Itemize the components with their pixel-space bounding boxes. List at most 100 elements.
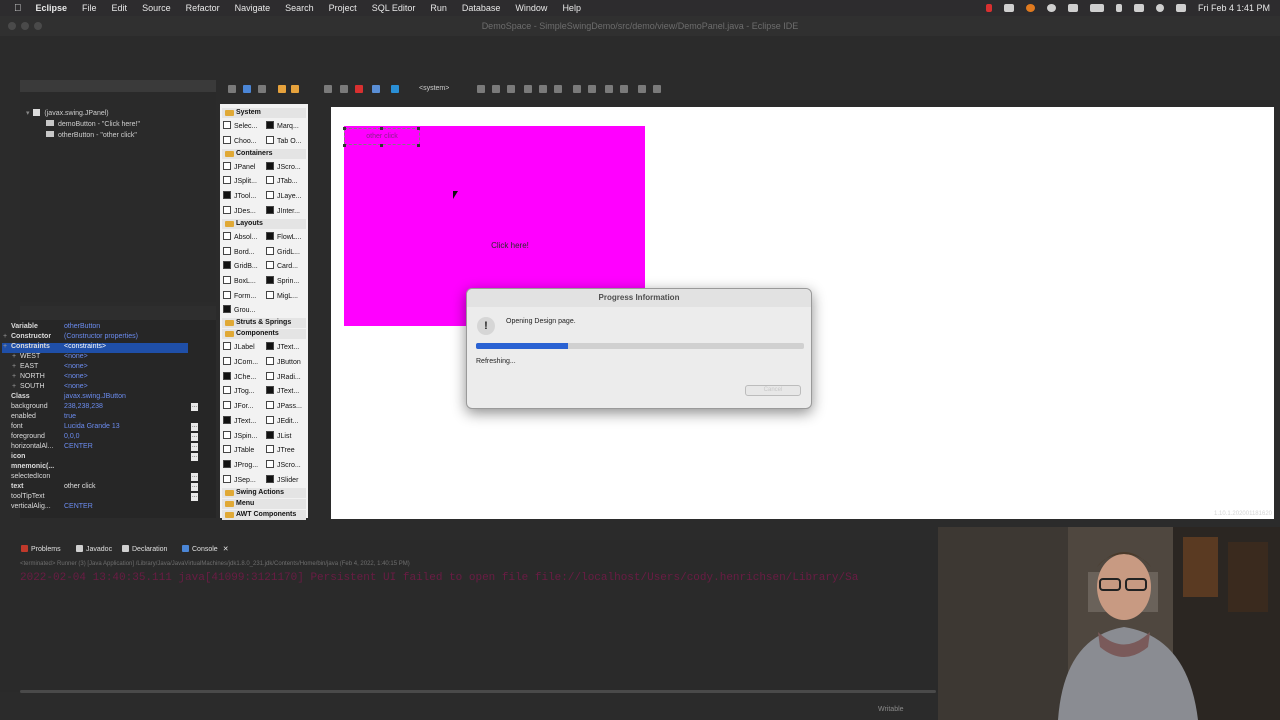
resize-handle[interactable] bbox=[417, 127, 420, 130]
property-edit-button[interactable]: ... bbox=[191, 443, 198, 451]
property-edit-button[interactable]: ... bbox=[191, 403, 198, 411]
property-value[interactable]: <none> bbox=[64, 373, 88, 380]
property-value[interactable]: 238,238,238 bbox=[64, 403, 103, 410]
palette-item[interactable]: JTree bbox=[266, 445, 295, 454]
close-tab-icon[interactable]: ✕ bbox=[223, 546, 229, 553]
property-row[interactable]: + Constructor (Constructor properties) bbox=[2, 333, 188, 343]
palette-item[interactable]: FlowL... bbox=[266, 231, 302, 241]
property-edit-button[interactable]: ... bbox=[191, 453, 198, 461]
property-row[interactable]: + WEST <none> bbox=[2, 353, 188, 363]
design-other-button[interactable]: other click bbox=[344, 128, 420, 145]
palette-item[interactable]: Card... bbox=[266, 261, 298, 270]
property-value[interactable]: CENTER bbox=[64, 443, 93, 450]
property-value[interactable]: Lucida Grande 13 bbox=[64, 423, 120, 430]
tab-javadoc[interactable]: Javadoc bbox=[76, 545, 112, 553]
center-vertical-icon[interactable] bbox=[653, 85, 661, 93]
palette-item[interactable]: JProg... bbox=[223, 459, 258, 469]
toolbar-icon[interactable] bbox=[243, 85, 251, 93]
delete-icon[interactable] bbox=[355, 85, 363, 93]
palette-item[interactable]: Form... bbox=[223, 290, 256, 300]
menu-sql-editor[interactable]: SQL Editor bbox=[372, 3, 416, 13]
property-edit-button[interactable]: ... bbox=[191, 483, 198, 491]
palette-category[interactable]: Components bbox=[222, 329, 306, 340]
palette-item[interactable]: Grou... bbox=[223, 305, 255, 314]
palette-item[interactable]: Sprin... bbox=[266, 275, 299, 285]
property-row[interactable]: + Constraints <constraints> bbox=[2, 343, 188, 353]
property-row[interactable]: icon... bbox=[2, 453, 198, 463]
menu-file[interactable]: File bbox=[82, 3, 97, 13]
zoom-window-icon[interactable] bbox=[34, 22, 42, 30]
palette-item[interactable]: Absol... bbox=[223, 231, 257, 241]
palette-item[interactable]: JList bbox=[266, 430, 291, 440]
test-icon[interactable] bbox=[372, 85, 380, 93]
apple-icon[interactable]:  bbox=[14, 3, 22, 14]
menu-edit[interactable]: Edit bbox=[112, 3, 128, 13]
tab-console[interactable]: Console ✕ bbox=[182, 545, 229, 553]
align-top-icon[interactable] bbox=[524, 85, 532, 93]
palette-category[interactable]: Layouts bbox=[222, 218, 306, 229]
menu-refactor[interactable]: Refactor bbox=[186, 3, 220, 13]
resize-handle[interactable] bbox=[380, 127, 383, 130]
expand-icon[interactable]: + bbox=[3, 343, 7, 350]
design-demo-button[interactable]: Click here! bbox=[478, 239, 542, 252]
menu-source[interactable]: Source bbox=[142, 3, 171, 13]
expand-icon[interactable]: + bbox=[12, 383, 16, 390]
property-value[interactable]: true bbox=[64, 413, 76, 420]
bluetooth-icon[interactable] bbox=[1115, 4, 1122, 12]
palette-item[interactable]: Choo... bbox=[223, 135, 257, 145]
palette-item[interactable]: JSlider bbox=[266, 474, 298, 484]
tree-item-jpanel[interactable]: ▾ (javax.swing.JPanel) bbox=[26, 109, 109, 117]
collapse-icon[interactable]: ▾ bbox=[26, 110, 30, 117]
palette-item[interactable]: JEdit... bbox=[266, 415, 298, 425]
palette-item[interactable]: JChe... bbox=[223, 371, 256, 381]
expand-icon[interactable]: + bbox=[12, 363, 16, 370]
property-edit-button[interactable]: ... bbox=[191, 433, 198, 441]
palette-item[interactable]: JTable bbox=[223, 445, 254, 454]
palette-item[interactable]: JText... bbox=[223, 415, 256, 425]
record-icon[interactable] bbox=[985, 4, 992, 12]
center-horizontal-icon[interactable] bbox=[638, 85, 646, 93]
property-row[interactable]: background 238,238,238... bbox=[2, 403, 198, 413]
menu-run[interactable]: Run bbox=[430, 3, 447, 13]
property-value[interactable]: 0,0,0 bbox=[64, 433, 80, 440]
tree-item-demo-button[interactable]: demoButton - "Click here!" bbox=[46, 120, 140, 128]
align-bottom-icon[interactable] bbox=[554, 85, 562, 93]
align-middle-icon[interactable] bbox=[539, 85, 547, 93]
align-left-icon[interactable] bbox=[477, 85, 485, 93]
control-center-icon[interactable] bbox=[1175, 4, 1186, 12]
palette-category[interactable]: AWT Components bbox=[222, 509, 306, 520]
palette-item[interactable]: JCom... bbox=[223, 357, 258, 366]
palette-item[interactable]: JScro... bbox=[266, 161, 301, 171]
palette-item[interactable]: Marq... bbox=[266, 121, 299, 130]
palette-item[interactable]: Selec... bbox=[223, 121, 257, 130]
palette-item[interactable]: JTool... bbox=[223, 191, 256, 200]
palette-item[interactable]: JDes... bbox=[223, 205, 256, 215]
menu-window[interactable]: Window bbox=[515, 3, 547, 13]
wifi-icon[interactable] bbox=[1133, 4, 1144, 12]
status-icon[interactable] bbox=[1046, 4, 1056, 12]
same-width-icon[interactable] bbox=[573, 85, 581, 93]
palette-item[interactable]: JButton bbox=[266, 357, 301, 366]
palette-item[interactable]: JSplit... bbox=[223, 176, 257, 185]
palette-category[interactable]: Struts & Springs bbox=[222, 318, 306, 329]
refresh-icon[interactable] bbox=[391, 85, 399, 93]
expand-icon[interactable]: + bbox=[12, 373, 16, 380]
property-value[interactable]: CENTER bbox=[64, 503, 93, 510]
menu-search[interactable]: Search bbox=[285, 3, 314, 13]
window-icon[interactable] bbox=[1003, 4, 1014, 12]
redo-icon[interactable] bbox=[291, 85, 299, 93]
palette-item[interactable]: JText... bbox=[266, 386, 299, 395]
align-right-icon[interactable] bbox=[507, 85, 515, 93]
property-row[interactable]: verticalAlig... CENTER bbox=[2, 503, 188, 513]
palette-category[interactable]: Containers bbox=[222, 148, 306, 159]
close-window-icon[interactable] bbox=[8, 22, 16, 30]
palette-item[interactable]: JRadi... bbox=[266, 371, 301, 381]
property-row[interactable]: mnemonic(... bbox=[2, 463, 188, 473]
palette-item[interactable]: JSep... bbox=[223, 474, 256, 484]
paste-icon[interactable] bbox=[340, 85, 348, 93]
palette-item[interactable]: Bord... bbox=[223, 246, 255, 256]
menu-project[interactable]: Project bbox=[329, 3, 357, 13]
menu-database[interactable]: Database bbox=[462, 3, 501, 13]
palette-item[interactable]: JText... bbox=[266, 342, 299, 351]
palette-category[interactable]: Menu bbox=[222, 498, 306, 509]
